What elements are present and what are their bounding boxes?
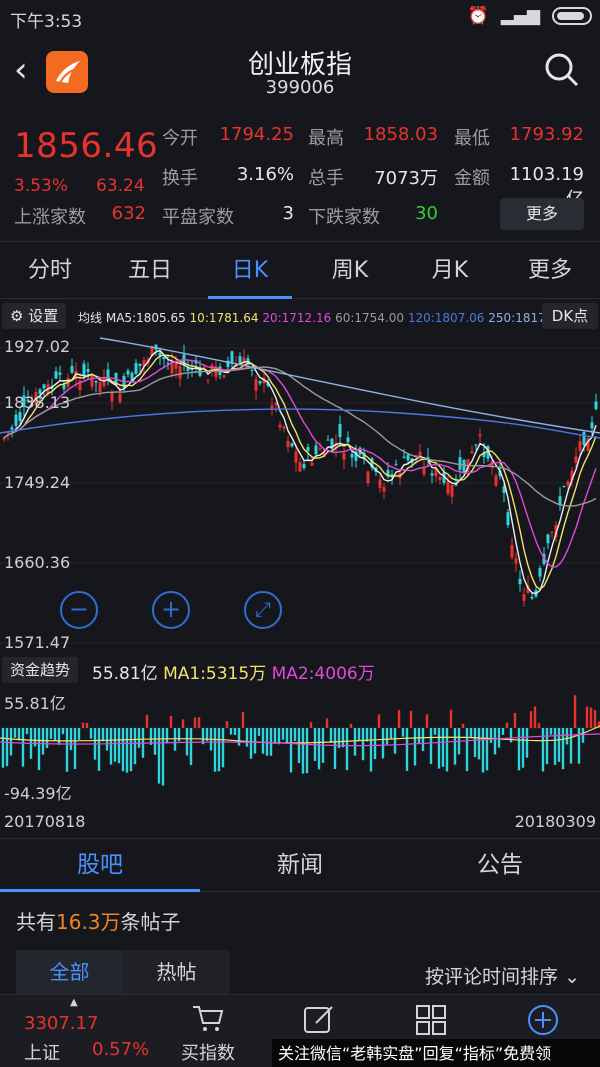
ma-label: 均线: [78, 311, 103, 325]
ma5-value: MA5:1805.65: [105, 311, 186, 325]
sh-index-value[interactable]: 3307.17: [24, 1013, 98, 1034]
ma-bar: ⚙ 设置 均线 MA5:1805.65 10:1781.64 20:1712.1…: [0, 300, 600, 332]
up-count-label: 上涨家数: [14, 207, 86, 228]
high-label: 最高: [308, 128, 344, 149]
cart-icon: [193, 1006, 224, 1031]
fund-ma1: MA1:5315万: [163, 664, 267, 684]
ma120-value: 120:1807.06: [407, 311, 485, 325]
open-label: 今开: [162, 128, 198, 149]
period-tabs: 分时 五日 日K 周K 月K 更多: [0, 243, 600, 299]
turnover-label: 换手: [162, 168, 198, 189]
y-label-2: 1838.13: [4, 393, 71, 412]
fund-ma2: MA2:4006万: [271, 664, 375, 684]
signal-icon: ▂▄▆: [500, 6, 540, 26]
settings-button[interactable]: ⚙ 设置: [2, 303, 67, 329]
news-tabs: 股吧 新闻 公告: [0, 838, 600, 892]
change-percent: 3.53%: [14, 176, 69, 196]
fullscreen-icon[interactable]: ⤢: [244, 591, 282, 629]
ma10-value: 10:1781.64: [189, 311, 259, 325]
fund-trend-button[interactable]: 资金趋势: [2, 657, 79, 683]
date-start: 20170818: [4, 812, 86, 831]
tab-weekly-k[interactable]: 周K: [300, 243, 400, 298]
last-price: 1856.46: [14, 126, 159, 166]
status-time: 下午3:53: [10, 12, 83, 32]
quote-panel: 1856.46 3.53% 63.24 今开 1794.25 最高 1858.0…: [0, 112, 600, 242]
index-code: 399006: [265, 77, 335, 98]
page-title: 创业板指: [247, 50, 352, 80]
tab-five-day[interactable]: 五日: [100, 243, 200, 298]
chevron-down-icon: ⌄: [564, 966, 580, 988]
volume-value: 7073万: [374, 168, 438, 189]
fund-trend-chart[interactable]: 55.81亿 -94.39亿: [0, 686, 600, 812]
zoom-out-icon[interactable]: −: [60, 591, 98, 629]
tab-intraday[interactable]: 分时: [0, 243, 100, 298]
sh-index-pct: 0.57%: [92, 1039, 150, 1060]
filter-tabs: 全部 热帖: [16, 950, 230, 994]
promo-overlay: 关注微信“老韩实盘”回复“指标”免费领: [272, 1039, 600, 1067]
turnover-value: 3.16%: [236, 164, 294, 185]
fund-value: 55.81亿: [92, 664, 158, 684]
y-label-1: 1927.02: [4, 337, 71, 356]
tab-news[interactable]: 新闻: [200, 839, 400, 891]
tab-forum[interactable]: 股吧: [0, 839, 200, 892]
open-value: 1794.25: [219, 124, 294, 145]
flat-count-label: 平盘家数: [162, 207, 234, 228]
header: ‹ 创业板指 399006: [0, 36, 600, 106]
change-value: 63.24: [96, 176, 145, 196]
filter-hot[interactable]: 热帖: [123, 950, 230, 994]
add-circle-icon[interactable]: [526, 1003, 560, 1041]
date-end: 20180309: [514, 812, 596, 831]
k-line-chart[interactable]: 1927.02 1838.13 1749.24 1660.36 1571.47 …: [0, 333, 600, 653]
fund-y-top: 55.81亿: [4, 694, 66, 713]
zoom-in-icon[interactable]: +: [152, 591, 190, 629]
y-label-3: 1749.24: [4, 473, 71, 492]
ma60-value: 60:1754.00: [335, 311, 405, 325]
down-count-value: 30: [415, 203, 438, 224]
more-button[interactable]: 更多: [500, 198, 584, 230]
grid-icon[interactable]: [414, 1003, 448, 1041]
filter-all[interactable]: 全部: [16, 950, 123, 994]
gear-icon: ⚙: [10, 307, 24, 325]
bottom-bar: ▲ 3307.17 上证 0.57% 买指数 关注微信“老韩实盘”回复“指标”免…: [0, 994, 600, 1067]
high-value: 1858.03: [363, 124, 438, 145]
fund-trend-bar: 资金趋势 55.81亿 MA1:5315万 MA2:4006万: [0, 655, 600, 685]
down-count-label: 下跌家数: [308, 207, 380, 228]
ma20-value: 20:1712.16: [262, 311, 332, 325]
fund-y-bottom: -94.39亿: [4, 784, 72, 803]
tab-more[interactable]: 更多: [500, 243, 600, 298]
alarm-icon: ⏰: [467, 6, 489, 26]
status-bar: 下午3:53 ⏰ ▂▄▆: [0, 0, 600, 36]
tab-announcements[interactable]: 公告: [400, 839, 600, 891]
tab-monthly-k[interactable]: 月K: [400, 243, 500, 298]
y-label-4: 1660.36: [4, 553, 71, 572]
volume-label: 总手: [308, 168, 344, 189]
battery-icon: [552, 7, 592, 25]
low-value: 1793.92: [509, 124, 584, 145]
sh-index-name: 上证: [24, 1043, 60, 1064]
post-count: 共有16.3万条帖子: [16, 910, 181, 934]
search-icon[interactable]: [544, 52, 580, 92]
up-count-value: 632: [111, 203, 146, 224]
fund-trend-canvas: [0, 695, 600, 786]
tab-daily-k[interactable]: 日K: [200, 243, 300, 299]
flat-count-value: 3: [282, 203, 294, 224]
dk-point-button[interactable]: DK点: [542, 303, 598, 329]
y-label-5: 1571.47: [4, 633, 71, 652]
buy-index-button[interactable]: 买指数: [172, 1003, 244, 1065]
sort-dropdown[interactable]: 按评论时间排序 ⌄: [425, 962, 580, 989]
amount-label: 金额: [454, 168, 490, 189]
low-label: 最低: [454, 128, 490, 149]
expand-up-icon[interactable]: ▲: [70, 997, 78, 1008]
edit-icon[interactable]: [302, 1003, 336, 1041]
